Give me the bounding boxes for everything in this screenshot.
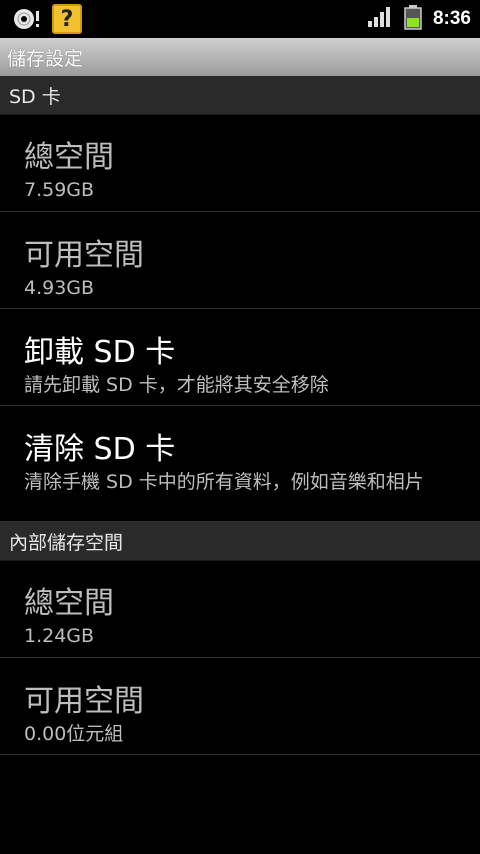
pref-title: 總空間 xyxy=(24,140,114,175)
pref-summary: 清除手機 SD 卡中的所有資料，例如音樂和相片 xyxy=(24,471,424,493)
pref-internal-available-space: 可用空間 0.00位元組 xyxy=(0,658,480,755)
pref-title: 總空間 xyxy=(24,586,114,621)
pref-summary: 4.93GB xyxy=(24,277,95,299)
pref-title: 可用空間 xyxy=(24,684,144,719)
pref-summary: 0.00位元組 xyxy=(24,723,124,745)
battery-icon xyxy=(403,4,423,34)
page-title: 儲存設定 xyxy=(7,47,84,70)
pref-erase-sd-card[interactable]: 清除 SD 卡 清除手機 SD 卡中的所有資料，例如音樂和相片 xyxy=(0,406,480,522)
section-header-label: 內部儲存空間 xyxy=(9,531,124,554)
pref-title: 清除 SD 卡 xyxy=(24,432,176,467)
section-header-label: SD 卡 xyxy=(9,85,61,108)
pref-summary: 請先卸載 SD 卡，才能將其安全移除 xyxy=(24,374,329,396)
pref-internal-total-space: 總空間 1.24GB xyxy=(0,560,480,658)
title-bar: 儲存設定 xyxy=(0,38,480,76)
pref-sd-total-space: 總空間 7.59GB xyxy=(0,114,480,212)
clock: 8:36 xyxy=(432,8,471,29)
section-header-sd-card: SD 卡 xyxy=(0,76,480,115)
pref-title: 卸載 SD 卡 xyxy=(24,335,176,370)
pref-unmount-sd-card[interactable]: 卸載 SD 卡 請先卸載 SD 卡，才能將其安全移除 xyxy=(0,309,480,406)
pref-title: 可用空間 xyxy=(24,238,144,273)
pref-summary: 7.59GB xyxy=(24,179,95,201)
pref-sd-available-space: 可用空間 4.93GB xyxy=(0,212,480,309)
disc-icon xyxy=(12,6,44,32)
section-header-internal-storage: 內部儲存空間 xyxy=(0,522,480,561)
signal-icon xyxy=(367,6,393,32)
status-bar: ? 8:36 xyxy=(0,0,480,38)
pref-summary: 1.24GB xyxy=(24,625,95,647)
help-icon: ? xyxy=(52,4,82,34)
